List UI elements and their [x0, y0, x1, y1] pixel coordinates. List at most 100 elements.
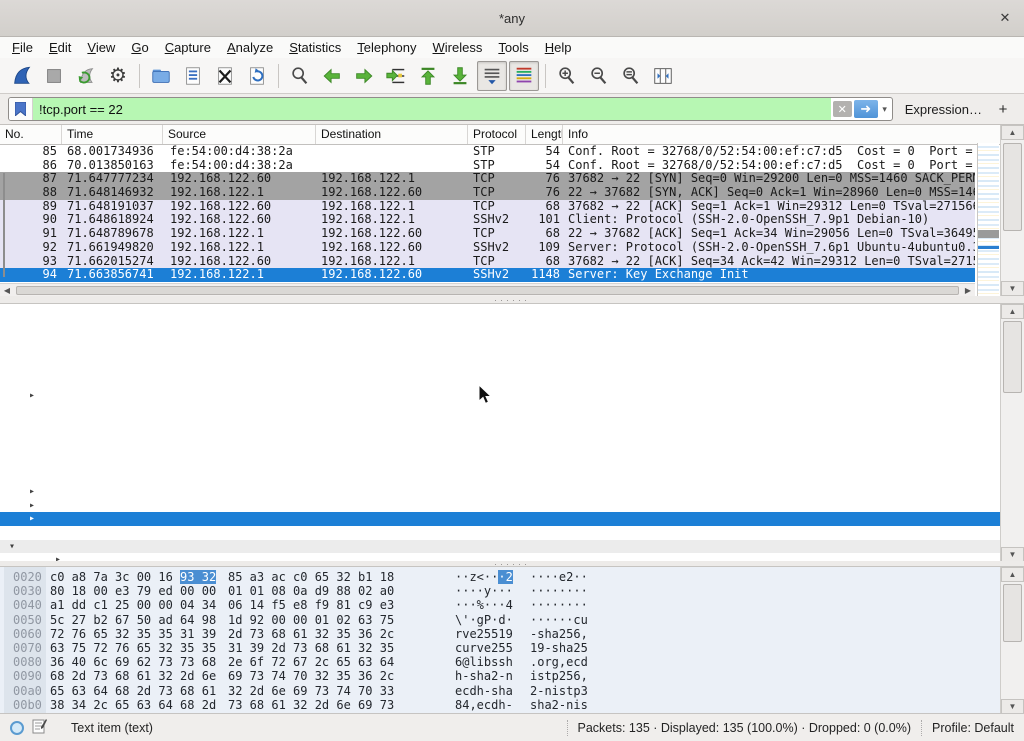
hex-bytes-right[interactable]: 69 73 74 70 32 35 36 2c: [228, 669, 455, 683]
hex-ascii-right[interactable]: ····e2··: [530, 570, 588, 584]
detail-line[interactable]: [TCP Segment Len: 1080]: [0, 321, 1024, 335]
detail-line[interactable]: [Calculated window size: 29056]: [0, 417, 1024, 431]
expand-triangle-icon[interactable]: ▸: [29, 485, 41, 499]
hex-ascii-left[interactable]: ··z<···2: [455, 570, 530, 584]
detail-line[interactable]: Sequence number: 42 (relative sequence n…: [0, 334, 1024, 348]
expression-button[interactable]: Expression…: [905, 102, 982, 117]
packet-row[interactable]: 86 70.013850163 fe:54:00:d4:38:2a STP 54…: [0, 159, 975, 173]
hex-ascii-left[interactable]: ····y···: [455, 584, 530, 598]
hex-ascii-left[interactable]: ecdh-sha: [455, 684, 530, 698]
scroll-down-icon[interactable]: ▼: [1001, 547, 1024, 561]
packet-row[interactable]: 87 71.647777234 192.168.122.60 192.168.1…: [0, 172, 975, 186]
scroll-right-icon[interactable]: ▶: [961, 286, 975, 295]
save-file-icon[interactable]: [178, 61, 208, 91]
profile-button[interactable]: Profile: Default: [932, 721, 1014, 735]
scroll-thumb[interactable]: [1003, 584, 1022, 642]
packet-row[interactable]: 92 71.661949820 192.168.122.1 192.168.12…: [0, 241, 975, 255]
details-vscrollbar[interactable]: ▲ ▼: [1000, 304, 1024, 561]
detail-line[interactable]: Acknowledgment number: 34 (relative ack …: [0, 362, 1024, 376]
expand-triangle-icon[interactable]: ▸: [29, 499, 41, 513]
menu-item[interactable]: Analyze: [219, 39, 281, 56]
column-header-time[interactable]: Time: [62, 125, 163, 144]
hex-ascii-right[interactable]: -sha256,: [530, 627, 588, 641]
hex-row[interactable]: 0050 5c 27 b2 67 50 ad 64 98 1d 92 00 00…: [0, 613, 1024, 627]
menu-item[interactable]: Wireless: [425, 39, 491, 56]
packet-list-minimap[interactable]: [977, 143, 999, 296]
menu-item[interactable]: Telephony: [349, 39, 424, 56]
hex-ascii-left[interactable]: \'·gP·d·: [455, 613, 530, 627]
hex-ascii-right[interactable]: ········: [530, 584, 588, 598]
go-back-icon[interactable]: [317, 61, 347, 91]
hex-row[interactable]: 0070 63 75 72 76 65 32 35 35 31 39 2d 73…: [0, 641, 1024, 655]
hex-bytes-right[interactable]: 85 a3 ac c0 65 32 b1 18: [228, 570, 455, 584]
detail-line[interactable]: ▸ [Timestamps]: [0, 512, 1024, 526]
hex-bytes-right[interactable]: 1d 92 00 00 01 02 63 75: [228, 613, 455, 627]
zoom-out-icon[interactable]: [584, 61, 614, 91]
column-header-info[interactable]: Info: [563, 125, 1000, 144]
hex-ascii-left[interactable]: h-sha2-n: [455, 669, 530, 683]
go-last-packet-icon[interactable]: [445, 61, 475, 91]
hex-bytes-left[interactable]: 36 40 6c 69 62 73 73 68: [50, 655, 228, 669]
hex-bytes-left[interactable]: c0 a8 7a 3c 00 16 93 32: [50, 570, 228, 584]
expand-triangle-icon[interactable]: ▾: [9, 540, 21, 554]
detail-line[interactable]: ▾ SSH Protocol: [0, 540, 1024, 554]
find-packet-icon[interactable]: [285, 61, 315, 91]
scroll-thumb[interactable]: [1003, 143, 1022, 231]
filter-apply-icon[interactable]: ➜: [854, 100, 878, 118]
filter-bookmark-icon[interactable]: [9, 98, 33, 120]
zoom-in-icon[interactable]: [552, 61, 582, 91]
hex-row[interactable]: 0090 68 2d 73 68 61 32 2d 6e 69 73 74 70…: [0, 669, 1024, 683]
detail-line[interactable]: [Stream index: 0]: [0, 307, 1024, 321]
hex-bytes-left[interactable]: 80 18 00 e3 79 ed 00 00: [50, 584, 228, 598]
go-forward-icon[interactable]: [349, 61, 379, 91]
detail-line[interactable]: Window size value: 227: [0, 403, 1024, 417]
detail-line[interactable]: [Window size scaling factor: 128]: [0, 430, 1024, 444]
reload-file-icon[interactable]: [242, 61, 272, 91]
auto-scroll-icon[interactable]: [477, 61, 507, 91]
hex-ascii-right[interactable]: ········: [530, 598, 588, 612]
detail-line[interactable]: [Checksum Status: Unverified]: [0, 458, 1024, 472]
hex-bytes-right[interactable]: 2e 6f 72 67 2c 65 63 64: [228, 655, 455, 669]
scroll-down-icon[interactable]: ▼: [1001, 699, 1024, 713]
hex-bytes-right[interactable]: 06 14 f5 e8 f9 81 c9 e3: [228, 598, 455, 612]
column-header-source[interactable]: Source: [163, 125, 316, 144]
menu-item[interactable]: Statistics: [281, 39, 349, 56]
expert-info-icon[interactable]: [10, 721, 24, 735]
display-filter-input[interactable]: [33, 98, 831, 120]
add-filter-button[interactable]: +: [992, 101, 1014, 118]
hex-bytes-right[interactable]: 01 01 08 0a d9 88 02 a0: [228, 584, 455, 598]
restart-capture-icon[interactable]: [71, 61, 101, 91]
open-file-icon[interactable]: [146, 61, 176, 91]
hex-bytes-right[interactable]: 31 39 2d 73 68 61 32 35: [228, 641, 455, 655]
menu-item[interactable]: Help: [537, 39, 580, 56]
hex-ascii-left[interactable]: curve255: [455, 641, 530, 655]
hex-bytes-left[interactable]: 38 34 2c 65 63 64 68 2d: [50, 698, 228, 712]
detail-line[interactable]: ▸ Options: (12 bytes), No-Operation (NOP…: [0, 485, 1024, 499]
menu-item[interactable]: File: [4, 39, 41, 56]
detail-line[interactable]: TCP payload (1080 bytes): [0, 526, 1024, 540]
detail-line[interactable]: ▸ [SEQ/ACK analysis]: [0, 499, 1024, 513]
scroll-thumb[interactable]: [16, 286, 959, 295]
hex-bytes-right[interactable]: 2d 73 68 61 32 35 36 2c: [228, 627, 455, 641]
close-file-icon[interactable]: [210, 61, 240, 91]
column-header-no[interactable]: No.: [0, 125, 62, 144]
scroll-left-icon[interactable]: ◀: [0, 286, 14, 295]
hex-ascii-right[interactable]: .org,ecd: [530, 655, 588, 669]
hex-ascii-right[interactable]: 19-sha25: [530, 641, 588, 655]
colorize-packets-icon[interactable]: [509, 61, 539, 91]
hex-ascii-left[interactable]: 84,ecdh-: [455, 698, 530, 712]
packet-row[interactable]: 88 71.648146932 192.168.122.1 192.168.12…: [0, 186, 975, 200]
scroll-thumb[interactable]: [1003, 321, 1022, 393]
scroll-up-icon[interactable]: ▲: [1001, 304, 1024, 319]
go-first-packet-icon[interactable]: [413, 61, 443, 91]
filter-clear-icon[interactable]: ✕: [833, 101, 852, 117]
detail-line[interactable]: [Next sequence number: 1122 (relative se…: [0, 348, 1024, 362]
packet-list-hscrollbar[interactable]: ◀ ▶: [0, 283, 975, 296]
menu-item[interactable]: View: [79, 39, 123, 56]
detail-line[interactable]: 1000 .... = Header Length: 32 bytes (8): [0, 375, 1024, 389]
packet-row[interactable]: 93 71.662015274 192.168.122.60 192.168.1…: [0, 255, 975, 269]
hex-bytes-left[interactable]: a1 dd c1 25 00 00 04 34: [50, 598, 228, 612]
expand-triangle-icon[interactable]: ▸: [29, 389, 41, 403]
packet-row[interactable]: 89 71.648191037 192.168.122.60 192.168.1…: [0, 200, 975, 214]
menu-item[interactable]: Go: [123, 39, 156, 56]
